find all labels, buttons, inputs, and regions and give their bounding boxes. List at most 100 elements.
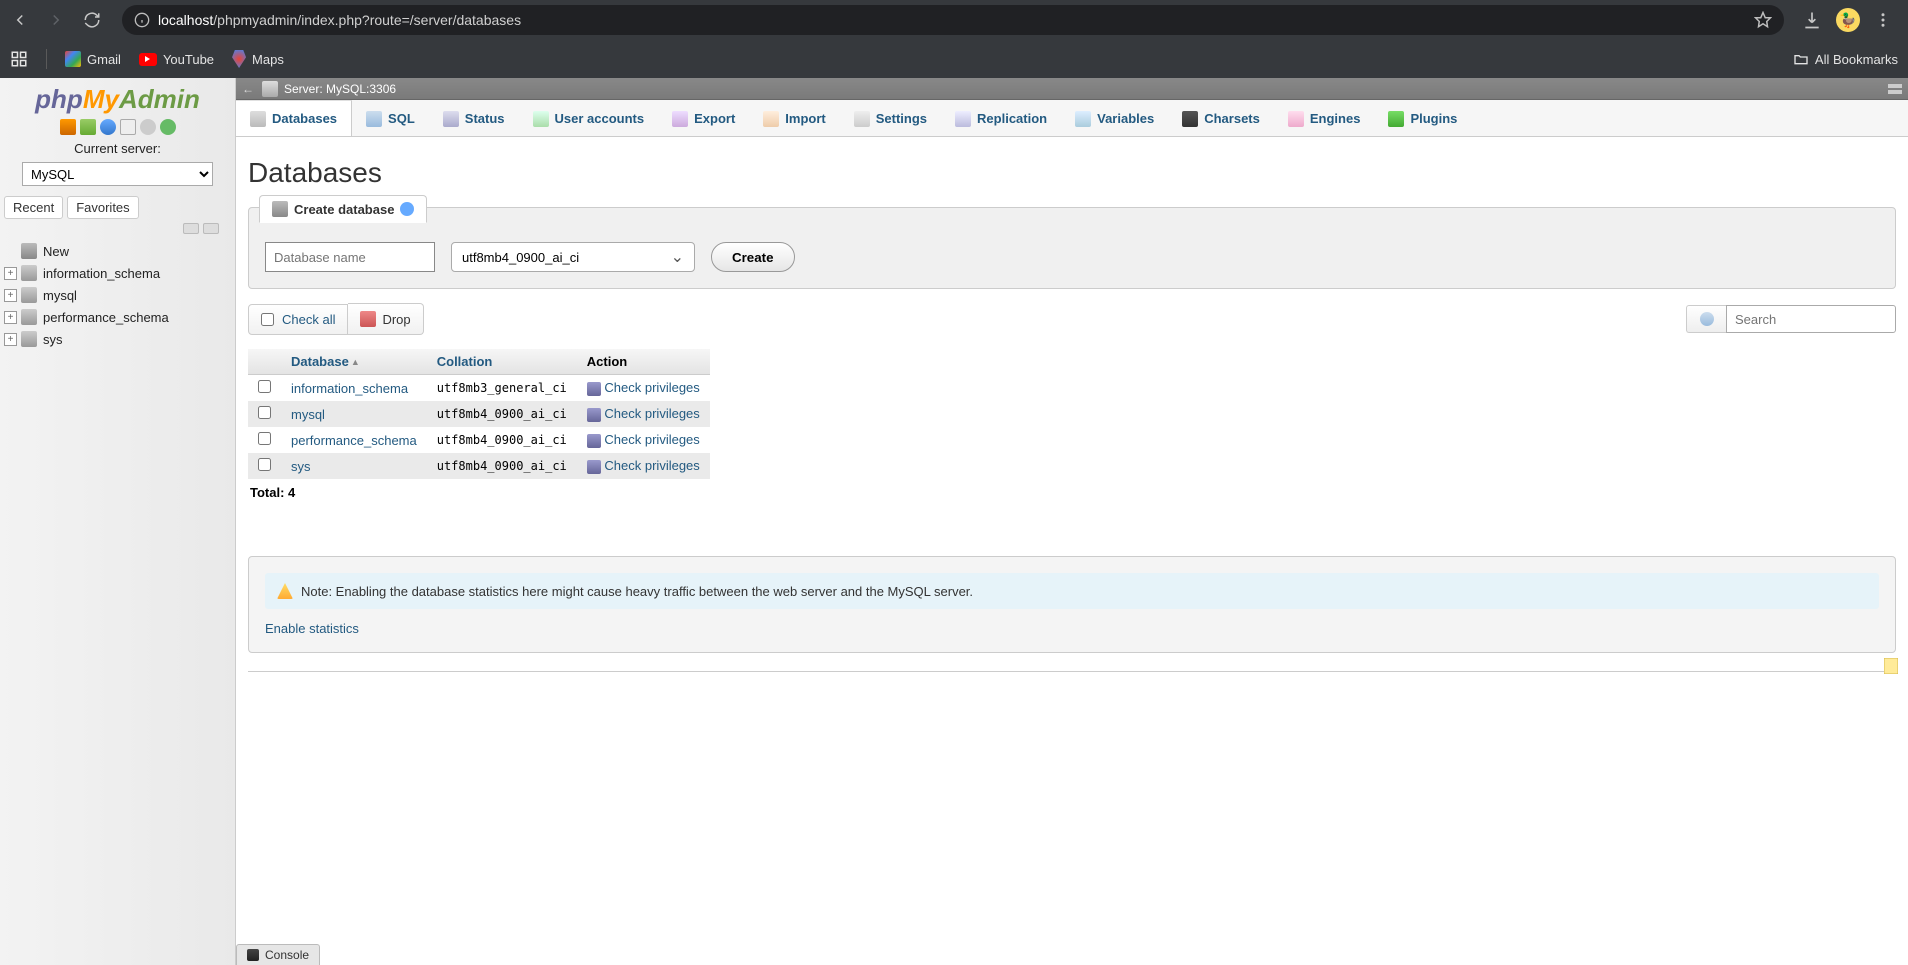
- collation-cell: utf8mb3_general_ci: [427, 375, 577, 402]
- tree-node[interactable]: + sys: [4, 328, 235, 350]
- tab-status[interactable]: Status: [429, 100, 519, 136]
- expand-icon[interactable]: +: [4, 311, 17, 324]
- create-button[interactable]: Create: [711, 242, 795, 272]
- site-info-icon: [134, 12, 150, 28]
- sql-docs-icon[interactable]: [120, 119, 136, 135]
- search-input[interactable]: [1726, 305, 1896, 333]
- breadcrumb: ← Server: MySQL:3306: [236, 78, 1908, 100]
- tree-node[interactable]: + performance_schema: [4, 306, 235, 328]
- sql-icon: [366, 111, 382, 127]
- tab-charsets[interactable]: Charsets: [1168, 100, 1274, 136]
- charsets-icon: [1182, 111, 1198, 127]
- collation-select[interactable]: utf8mb4_0900_ai_ci: [451, 242, 695, 272]
- create-database-panel: Create database utf8mb4_0900_ai_ci Creat…: [248, 207, 1896, 289]
- kebab-menu-icon[interactable]: [1874, 11, 1892, 29]
- privileges-icon: [587, 408, 601, 422]
- back-button[interactable]: [8, 8, 32, 32]
- tree-new[interactable]: New: [4, 240, 235, 262]
- profile-avatar[interactable]: 🦆: [1836, 8, 1860, 32]
- drop-button[interactable]: Drop: [348, 303, 423, 335]
- collation-cell: utf8mb4_0900_ai_ci: [427, 427, 577, 453]
- docs-icon[interactable]: [100, 119, 116, 135]
- collation-cell: utf8mb4_0900_ai_ci: [427, 401, 577, 427]
- db-link[interactable]: performance_schema: [291, 433, 417, 448]
- settings-icon[interactable]: [140, 119, 156, 135]
- tab-favorites[interactable]: Favorites: [67, 196, 138, 219]
- database-icon: [21, 265, 37, 281]
- databases-table: Database▲ Collation Action information_s…: [248, 349, 710, 479]
- page-settings-icon[interactable]: [1888, 84, 1902, 94]
- tab-plugins[interactable]: Plugins: [1374, 100, 1471, 136]
- server-icon: [262, 81, 278, 97]
- tree-node[interactable]: + mysql: [4, 284, 235, 306]
- tab-replication[interactable]: Replication: [941, 100, 1061, 136]
- expand-icon[interactable]: +: [4, 289, 17, 302]
- tab-users[interactable]: User accounts: [519, 100, 659, 136]
- tab-import[interactable]: Import: [749, 100, 839, 136]
- check-privileges-link[interactable]: Check privileges: [604, 406, 699, 421]
- add-db-icon: [272, 201, 288, 217]
- new-db-icon: [21, 243, 37, 259]
- check-all-checkbox[interactable]: [261, 313, 274, 326]
- logo[interactable]: phpMyAdmin: [0, 78, 235, 117]
- privileges-icon: [587, 434, 601, 448]
- search-button[interactable]: [1686, 305, 1726, 333]
- check-all-box[interactable]: Check all: [248, 304, 348, 335]
- bookmark-gmail[interactable]: Gmail: [65, 51, 121, 67]
- check-privileges-link[interactable]: Check privileges: [604, 432, 699, 447]
- console-toggle[interactable]: Console: [236, 944, 320, 965]
- row-checkbox[interactable]: [258, 432, 271, 445]
- export-icon: [672, 111, 688, 127]
- bookmark-maps[interactable]: Maps: [232, 50, 284, 68]
- tab-engines[interactable]: Engines: [1274, 100, 1375, 136]
- db-link[interactable]: mysql: [291, 407, 325, 422]
- bookmark-page-icon[interactable]: [1884, 658, 1898, 674]
- expand-icon[interactable]: +: [4, 333, 17, 346]
- link-icon[interactable]: [203, 223, 219, 234]
- forward-button[interactable]: [44, 8, 68, 32]
- tab-databases[interactable]: Databases: [236, 100, 352, 136]
- check-all-link[interactable]: Check all: [282, 312, 335, 327]
- database-name-input[interactable]: [265, 242, 435, 272]
- expand-icon[interactable]: +: [4, 267, 17, 280]
- apps-icon[interactable]: [10, 50, 28, 68]
- reload-tree-icon[interactable]: [160, 119, 176, 135]
- star-icon[interactable]: [1754, 11, 1772, 29]
- server-select[interactable]: MySQL: [22, 162, 213, 186]
- reload-button[interactable]: [80, 8, 104, 32]
- check-privileges-link[interactable]: Check privileges: [604, 458, 699, 473]
- sidebar: phpMyAdmin Current server: MySQL Recent …: [0, 78, 236, 965]
- logout-icon[interactable]: [80, 119, 96, 135]
- tab-sql[interactable]: SQL: [352, 100, 429, 136]
- folder-icon: [1793, 51, 1809, 67]
- enable-statistics-link[interactable]: Enable statistics: [265, 621, 359, 636]
- db-link[interactable]: sys: [291, 459, 311, 474]
- downloads-icon[interactable]: [1802, 10, 1822, 30]
- tab-settings[interactable]: Settings: [840, 100, 941, 136]
- header-collation[interactable]: Collation: [437, 354, 493, 369]
- breadcrumb-server[interactable]: Server: MySQL:3306: [284, 82, 396, 96]
- check-privileges-link[interactable]: Check privileges: [604, 380, 699, 395]
- help-icon[interactable]: [400, 202, 414, 216]
- row-checkbox[interactable]: [258, 380, 271, 393]
- header-database[interactable]: Database: [291, 354, 349, 369]
- databases-icon: [250, 111, 266, 127]
- bookmark-youtube[interactable]: YouTube: [139, 52, 214, 67]
- home-icon[interactable]: [60, 119, 76, 135]
- engines-icon: [1288, 111, 1304, 127]
- db-link[interactable]: information_schema: [291, 381, 408, 396]
- address-bar[interactable]: localhost/phpmyadmin/index.php?route=/se…: [122, 5, 1784, 35]
- all-bookmarks[interactable]: All Bookmarks: [1793, 51, 1898, 67]
- tab-recent[interactable]: Recent: [4, 196, 63, 219]
- collapse-all-icon[interactable]: [183, 223, 199, 234]
- table-row: performance_schema utf8mb4_0900_ai_ci Ch…: [248, 427, 710, 453]
- bulk-actions-row: Check all Drop: [248, 303, 1896, 335]
- row-checkbox[interactable]: [258, 458, 271, 471]
- tree-node[interactable]: + information_schema: [4, 262, 235, 284]
- nav-collapse-icon[interactable]: ←: [240, 82, 256, 96]
- browser-chrome: localhost/phpmyadmin/index.php?route=/se…: [0, 0, 1908, 78]
- privileges-icon: [587, 460, 601, 474]
- tab-export[interactable]: Export: [658, 100, 749, 136]
- tab-variables[interactable]: Variables: [1061, 100, 1168, 136]
- row-checkbox[interactable]: [258, 406, 271, 419]
